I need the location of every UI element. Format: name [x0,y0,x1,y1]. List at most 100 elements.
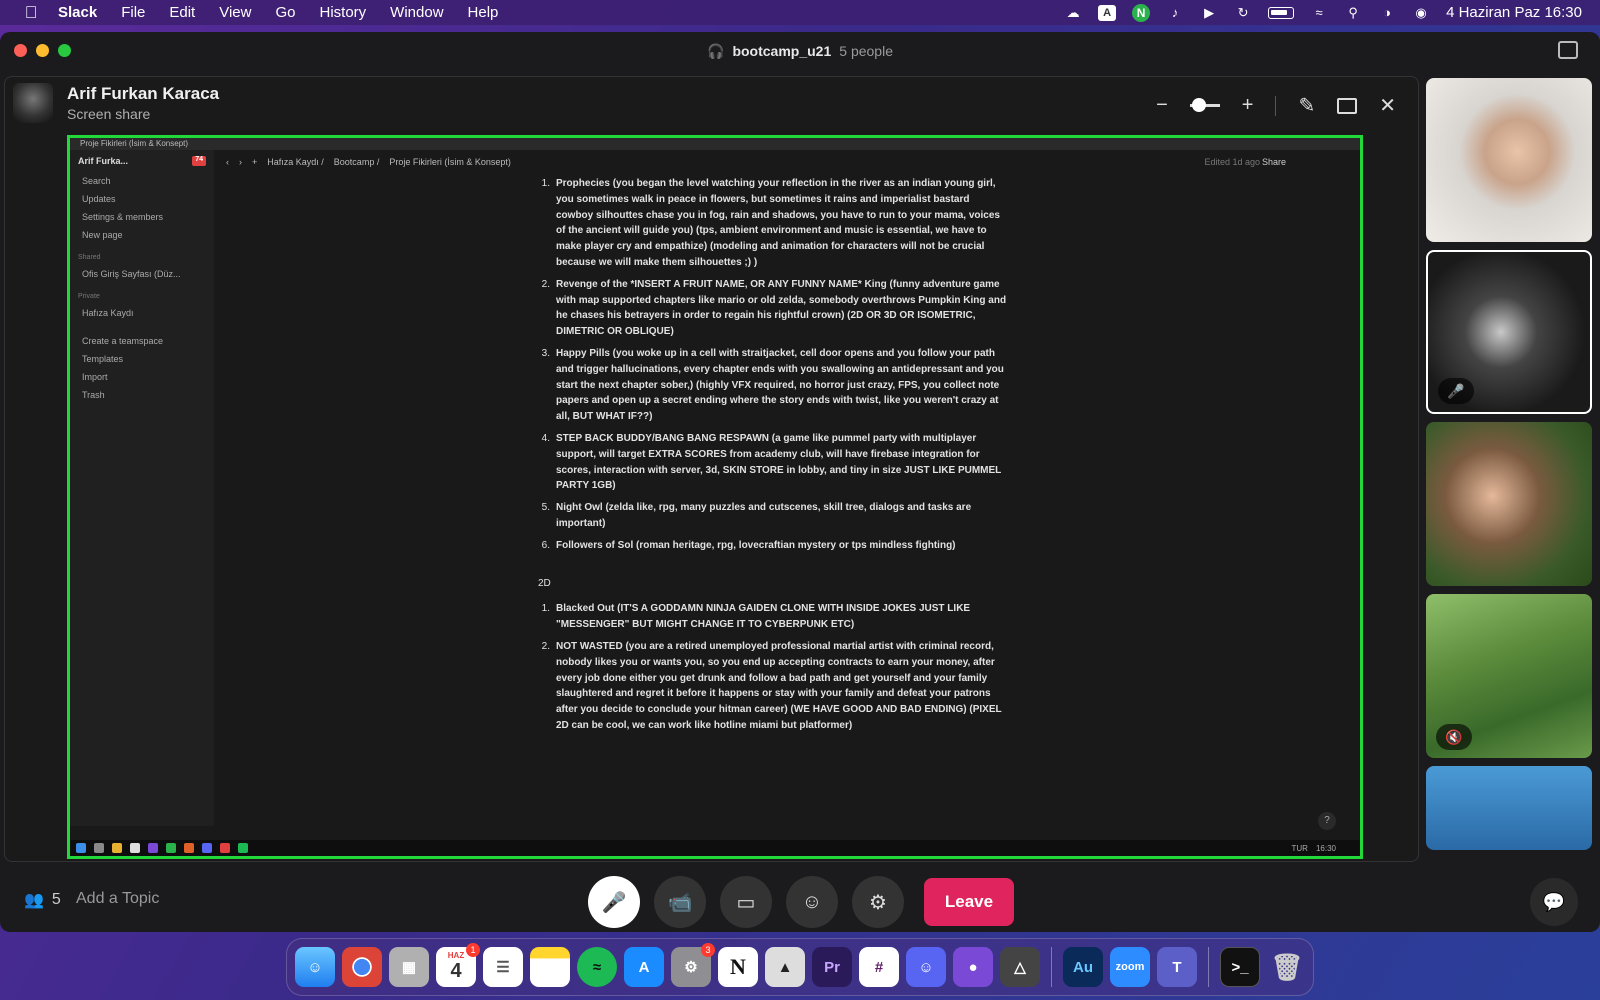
taskbar-app-icon[interactable] [94,843,104,853]
leave-button[interactable]: Leave [924,878,1014,926]
airpods-icon[interactable]: ♪ [1166,5,1184,21]
calendar-icon[interactable]: HAZ 4 1 [436,943,480,987]
list-item[interactable]: 2. NOT WASTED (you are a retired unemploy… [538,639,1008,734]
back-icon[interactable]: ‹ [226,157,229,167]
participant-tile[interactable] [1426,422,1592,586]
participant-tile[interactable] [1426,78,1592,242]
list-item[interactable]: 3. Happy Pills (you woke up in a cell wit… [538,346,1008,425]
sidebar-item-new-page[interactable]: New page [70,226,214,244]
chrome-icon[interactable] [342,947,382,987]
trash-icon[interactable]: 🗑 [1267,947,1307,987]
minimize-window-button[interactable] [36,44,49,57]
apple-icon[interactable]:  [18,3,44,23]
taskbar-app-icon[interactable] [166,843,176,853]
menu-edit[interactable]: Edit [169,4,195,21]
taskbar-app-icon[interactable] [112,843,122,853]
slack-icon[interactable]: # [859,947,899,987]
taskbar-app-icon[interactable] [238,843,248,853]
sidebar-item-shared-page[interactable]: Ofis Giriş Sayfası (Düz... [70,265,214,283]
participant-tile[interactable] [1426,766,1592,850]
teams-icon[interactable]: T [1157,947,1197,987]
system-settings-icon[interactable]: ⚙ 3 [671,943,715,987]
terminal-icon[interactable]: >_ [1220,947,1260,987]
sidebar-item-settings[interactable]: Settings & members [70,208,214,226]
microphone-button[interactable]: 🎤 [588,876,640,928]
taskbar-app-icon[interactable] [184,843,194,853]
video-off-button[interactable]: 📹 [654,876,706,928]
add-icon[interactable]: + [252,157,257,167]
menu-help[interactable]: Help [468,4,499,21]
zoom-in-icon[interactable]: + [1242,94,1254,117]
list-item[interactable]: 1. Prophecies (you began the level watchi… [538,176,1008,271]
share-button[interactable]: Share [1262,157,1286,167]
forward-icon[interactable]: › [239,157,242,167]
help-button[interactable]: ? [1318,812,1336,830]
sidebar-item-create-teamspace[interactable]: Create a teamspace [70,332,214,350]
list-item[interactable]: 4. STEP BACK BUDDY/BANG BANG RESPAWN (a g… [538,431,1008,494]
unity-hub-icon[interactable]: △ [1000,947,1040,987]
reactions-button[interactable]: ☺ [786,876,838,928]
menu-history[interactable]: History [320,4,367,21]
breadcrumb-1[interactable]: Hafıza Kaydı / [267,157,324,167]
fullscreen-icon[interactable] [1337,97,1358,114]
unity-icon[interactable]: ▲ [765,947,805,987]
discord-icon[interactable]: ☺ [906,947,946,987]
zoom-icon[interactable]: zoom [1110,947,1150,987]
battery-icon[interactable] [1268,6,1295,19]
close-window-button[interactable] [14,44,27,57]
sidebar-item-templates[interactable]: Templates [70,350,214,368]
workspace-switcher[interactable]: Arif Furka... 74 [70,150,214,172]
reminders-icon[interactable]: ☰ [483,947,523,987]
participants-button[interactable]: 👥 5 [24,890,61,910]
menu-view[interactable]: View [219,4,251,21]
taskbar-app-icon[interactable] [148,843,158,853]
sidebar-item-import[interactable]: Import [70,368,214,386]
premiere-pro-icon[interactable]: Pr [812,947,852,987]
spotify-icon[interactable]: ≈ [577,947,617,987]
breadcrumb-3[interactable]: Proje Fikirleri (İsim & Konsept) [389,157,511,167]
time-machine-icon[interactable]: ↻ [1234,5,1252,21]
menu-bar-clock[interactable]: 4 Haziran Paz 16:30 [1446,4,1582,21]
list-item[interactable]: 1. Blacked Out (IT'S A GODDAMN NINJA GAID… [538,601,1008,633]
sidebar-item-search[interactable]: Search [70,172,214,190]
menu-window[interactable]: Window [390,4,443,21]
menu-file[interactable]: File [121,4,145,21]
list-item[interactable]: 6. Followers of Sol (roman heritage, rpg,… [538,538,1008,554]
play-icon[interactable]: ▶ [1200,5,1218,21]
participant-tile-speaking[interactable]: 🎤 [1426,250,1592,414]
notion-icon[interactable]: N [718,947,758,987]
control-center-icon[interactable]: ◑ [1378,5,1396,21]
audition-icon[interactable]: Au [1063,947,1103,987]
wifi-icon[interactable]: ≈ [1310,5,1328,21]
list-item[interactable]: 5. Night Owl (zelda like, rpg, many puzzl… [538,500,1008,532]
sidebar-item-trash[interactable]: Trash [70,386,214,404]
zoom-slider[interactable] [1189,98,1220,112]
github-icon[interactable]: ● [953,947,993,987]
menu-app-name[interactable]: Slack [58,4,97,21]
maximize-window-button[interactable] [58,44,71,57]
breadcrumb-2[interactable]: Bootcamp / [334,157,380,167]
list-item[interactable]: 2. Revenge of the *INSERT A FRUIT NAME, O… [538,277,1008,340]
close-share-icon[interactable]: ✕ [1379,93,1396,118]
participant-tile[interactable]: 🔇 [1426,594,1592,758]
finder-icon[interactable]: ☺ [295,947,335,987]
menu-go[interactable]: Go [275,4,295,21]
sidebar-item-updates[interactable]: Updates [70,190,214,208]
taskbar-app-icon[interactable] [220,843,230,853]
nordvpn-icon[interactable]: N [1132,3,1151,22]
spotlight-search-icon[interactable]: ⚲ [1344,5,1362,21]
creative-cloud-icon[interactable]: ☁ [1064,5,1082,21]
taskbar-app-icon[interactable] [130,843,140,853]
draw-toggle-icon[interactable]: ✎ [1298,93,1315,118]
taskbar-app-icon[interactable] [202,843,212,853]
windows-start-icon[interactable] [76,843,86,853]
add-topic-input[interactable]: Add a Topic [76,890,159,908]
launchpad-icon[interactable]: ▦ [389,947,429,987]
app-store-icon[interactable]: A [624,947,664,987]
siri-icon[interactable]: ◉ [1412,5,1430,21]
notes-icon[interactable] [530,947,570,987]
huddle-thread-button[interactable]: 💬 [1530,878,1578,926]
adobe-icon[interactable]: A [1098,4,1117,21]
settings-button[interactable]: ⚙ [852,876,904,928]
popout-window-icon[interactable] [1558,41,1578,59]
